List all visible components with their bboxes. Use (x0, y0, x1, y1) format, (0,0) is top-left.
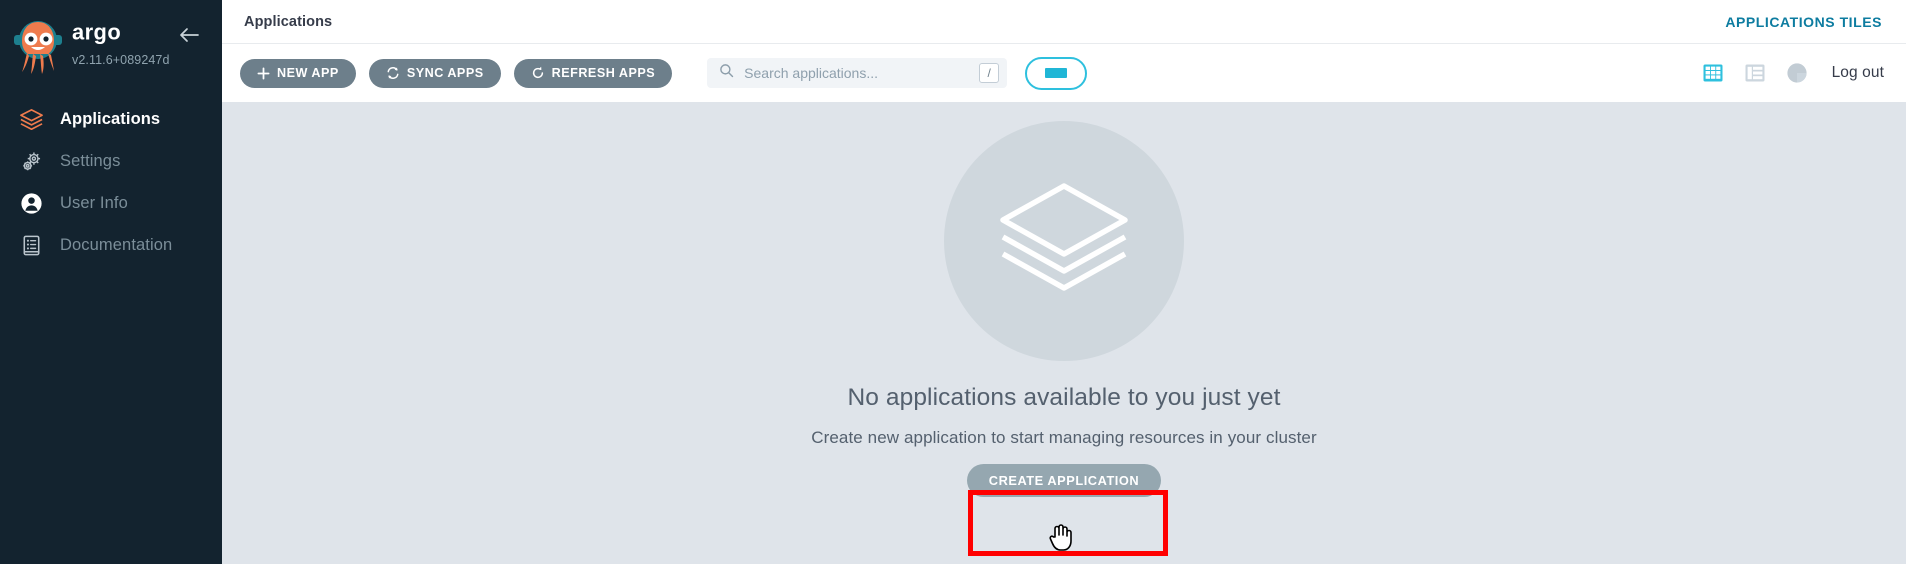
argo-wordmark: argo (72, 20, 170, 50)
sync-icon (386, 66, 400, 80)
brand-header: argo v2.11.6+089247d (0, 0, 222, 76)
plus-icon (257, 67, 270, 80)
brand-text: argo v2.11.6+089247d (72, 14, 170, 67)
sidebar-item-label: User Info (60, 193, 128, 212)
arrow-left-icon[interactable] (178, 26, 200, 44)
main-area: Applications APPLICATIONS TILES NEW APP (222, 0, 1906, 564)
breadcrumb: Applications (244, 13, 333, 30)
sync-apps-button[interactable]: SYNC APPS (368, 58, 501, 88)
sidebar-item-label: Settings (60, 151, 121, 170)
book-icon (16, 230, 46, 260)
search-icon (719, 63, 734, 83)
argocd-applications-page: argo v2.11.6+089247d Applications Settin… (0, 0, 1906, 564)
stacked-layers-illustration-icon (944, 121, 1184, 361)
sidebar: argo v2.11.6+089247d Applications Settin… (0, 0, 222, 564)
create-application-button[interactable]: CREATE APPLICATION (966, 464, 1162, 497)
user-circle-icon (16, 188, 46, 218)
sidebar-item-user-info[interactable]: User Info (0, 182, 222, 224)
svg-text:argo: argo (72, 22, 121, 45)
gears-icon (16, 146, 46, 176)
refresh-icon (531, 66, 545, 80)
sync-apps-label: SYNC APPS (406, 66, 484, 80)
argo-octopus-logo-icon (10, 14, 66, 76)
applications-tiles-title[interactable]: APPLICATIONS TILES (1725, 14, 1906, 30)
sidebar-item-documentation[interactable]: Documentation (0, 224, 222, 266)
filter-pill-indicator[interactable] (1025, 56, 1088, 90)
list-view-icon[interactable] (1742, 60, 1768, 86)
empty-state-title: No applications available to you just ye… (847, 384, 1281, 411)
sidebar-item-label: Documentation (60, 235, 173, 254)
empty-state-content: No applications available to you just ye… (222, 103, 1906, 564)
pie-chart-icon[interactable] (1784, 60, 1810, 86)
new-app-button[interactable]: NEW APP (240, 58, 356, 88)
search-input[interactable] (744, 65, 980, 81)
new-app-label: NEW APP (277, 66, 339, 80)
grid-tiles-icon[interactable] (1700, 60, 1726, 86)
sidebar-item-settings[interactable]: Settings (0, 140, 222, 182)
search-shortcut-badge: / (979, 63, 1000, 83)
empty-state-subtitle: Create new application to start managing… (811, 428, 1317, 447)
version-label: v2.11.6+089247d (72, 53, 170, 67)
logout-button[interactable]: Log out (1832, 64, 1884, 82)
filter-bar-glyph (1045, 68, 1068, 78)
sidebar-item-label: Applications (60, 109, 161, 128)
search-field[interactable]: / (707, 58, 1008, 88)
layers-icon (16, 104, 46, 134)
top-bar: Applications APPLICATIONS TILES (222, 0, 1906, 44)
toolbar: NEW APP SYNC APPS REFRESH APPS Search ap… (222, 44, 1906, 103)
sidebar-nav: Applications Settings User Info Document… (0, 98, 222, 266)
refresh-apps-button[interactable]: REFRESH APPS (513, 58, 673, 88)
toolbar-right-group: Log out (1684, 60, 1884, 86)
refresh-apps-label: REFRESH APPS (551, 66, 656, 80)
sidebar-item-applications[interactable]: Applications (0, 98, 222, 140)
